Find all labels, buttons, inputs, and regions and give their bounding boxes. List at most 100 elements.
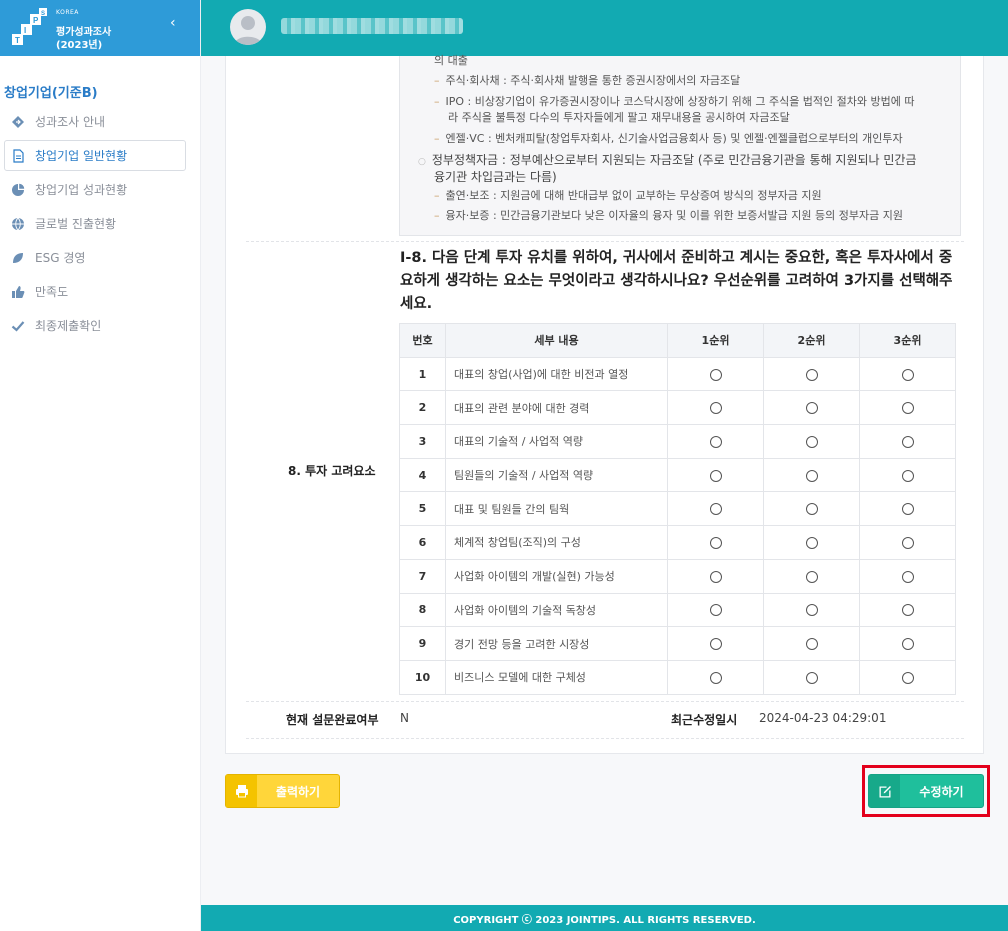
column-header: 번호 [399,323,446,358]
circle-bullet-icon: ○ [418,157,426,167]
rank-1-radio[interactable] [709,604,722,617]
print-button[interactable]: 출력하기 [225,774,340,808]
rank-2-radio[interactable] [805,536,818,549]
rank-1-radio[interactable] [709,435,722,448]
column-header: 세부 내용 [445,323,668,358]
sidebar-menu: 성과조사 안내 창업기업 일반현황 창업기업 성과현황 글로벌 진출현황 ESG… [4,106,186,344]
rank-1-radio[interactable] [709,503,722,516]
brand-header: T I P S KOREA 평가성과조사 (2023년) ‹ [0,0,200,56]
rank-3-radio[interactable] [901,503,914,516]
rank-3-radio[interactable] [901,638,914,651]
rank-3-radio[interactable] [901,368,914,381]
table-row: 2 대표의 관련 분야에 대한 경력 [399,390,956,426]
username-blurred [281,18,463,34]
info-line: ○ 정부정책자금 : 정부예산으로부터 지원되는 자금조달 (주로 민간금융기관을… [418,153,917,167]
rank-1-radio[interactable] [709,469,722,482]
sidebar-item-general-status[interactable]: 창업기업 일반현황 [4,140,186,171]
row-description: 체계적 창업팀(조직)의 구성 [445,525,668,560]
sidebar-item-final-submit[interactable]: 최종제출확인 [4,310,186,341]
table-row: 3 대표의 기술적 / 사업적 역량 [399,424,956,459]
brand-korea: KOREA [56,9,79,16]
sidebar-item-global-status[interactable]: 글로벌 진출현황 [4,208,186,239]
sidebar-item-performance-status[interactable]: 창업기업 성과현황 [4,174,186,205]
rank-2-radio[interactable] [805,469,818,482]
row-description: 비즈니스 모델에 대한 구체성 [445,659,668,695]
rank-3-radio[interactable] [901,435,914,448]
rank-1-radio[interactable] [709,671,722,684]
info-line: – 엔젤·VC : 벤처캐피탈(창업투자회사, 신기술사업금융회사 등) 및 엔젤… [434,132,903,145]
rank-2-radio[interactable] [805,435,818,448]
dash-bullet-icon: – [434,209,440,222]
logo-letter-t: T [15,36,20,45]
rank-2-radio[interactable] [805,638,818,651]
sidebar-item-survey-guide[interactable]: 성과조사 안내 [4,106,186,137]
funding-info-box: 의 대출 – 주식·회사채 : 주식·회사채 발행을 통한 증권시장에서의 자금조… [399,54,961,236]
row-description: 팀원들의 기술적 / 사업적 역량 [445,457,668,493]
question-row-label: 8. 투자 고려요소 [288,464,376,478]
sidebar-item-label: 창업기업 일반현황 [35,149,128,163]
row-number: 2 [399,390,446,426]
rank-2-radio[interactable] [805,671,818,684]
topbar [201,0,1008,56]
rank-2-radio[interactable] [805,570,818,583]
logo-icon: T I P S [12,8,47,45]
survey-panel: 의 대출 – 주식·회사채 : 주식·회사채 발행을 통한 증권시장에서의 자금조… [225,54,984,754]
rank-3-radio[interactable] [901,469,914,482]
info-line: 라 주식을 불특정 다수의 투자자들에게 팔고 재무내용을 공시하여 자금조달 [448,111,790,124]
document-icon [13,148,24,163]
rank-3-radio[interactable] [901,536,914,549]
ranking-table: 번호 세부 내용 1순위 2순위 3순위 1 대표의 창업(사업)에 대한 비전과… [399,323,956,695]
rank-3-radio[interactable] [901,604,914,617]
rank-1-radio[interactable] [709,638,722,651]
rank-2-radio[interactable] [805,402,818,415]
sidebar-item-label: 성과조사 안내 [35,115,106,129]
question-text: I-8. 다음 단계 투자 유치를 위하여, 귀사에서 준비하고 계시는 중요한… [400,250,953,312]
user-icon [234,16,262,45]
column-header: 2순위 [763,323,860,358]
sidebar-item-satisfaction[interactable]: 만족도 [4,276,186,307]
sidebar-item-label: ESG 경영 [35,251,86,265]
table-row: 4 팀원들의 기술적 / 사업적 역량 [399,457,956,493]
thumbs-up-icon [12,285,25,298]
row-number: 3 [399,424,446,459]
logo-letter-s: S [41,11,45,17]
last-modified-label: 최근수정일시 [671,713,738,727]
rank-3-radio[interactable] [901,671,914,684]
edit-button[interactable]: 수정하기 [868,774,984,808]
rank-2-radio[interactable] [805,368,818,381]
rank-2-radio[interactable] [805,503,818,516]
row-description: 사업화 아이템의 기술적 독창성 [445,592,668,628]
last-modified-value: 2024-04-23 04:29:01 [759,711,887,725]
dash-bullet-icon: – [434,95,440,108]
column-header: 3순위 [859,323,956,358]
table-row: 1 대표의 창업(사업)에 대한 비전과 열정 [399,356,956,392]
rank-3-radio[interactable] [901,402,914,415]
rank-1-radio[interactable] [709,536,722,549]
row-description: 대표 및 팀원들 간의 팀웍 [445,491,668,527]
avatar[interactable] [230,9,266,45]
brand-year: (2023년) [56,40,103,51]
divider [246,738,964,739]
sidebar: T I P S KOREA 평가성과조사 (2023년) ‹ 창업기업(기준B)… [0,0,201,931]
row-number: 8 [399,592,446,628]
rank-1-radio[interactable] [709,570,722,583]
row-description: 대표의 기술적 / 사업적 역량 [445,424,668,459]
rank-1-radio[interactable] [709,402,722,415]
logo-letter-i: I [24,26,26,35]
column-header: 1순위 [667,323,764,358]
printer-icon [235,785,248,798]
dash-bullet-icon: – [434,132,440,145]
rank-1-radio[interactable] [709,368,722,381]
row-number: 6 [399,525,446,560]
table-row: 5 대표 및 팀원들 간의 팀웍 [399,491,956,527]
sidebar-item-esg[interactable]: ESG 경영 [4,242,186,273]
edit-button-label: 수정하기 [919,784,964,799]
row-number: 9 [399,626,446,661]
info-line: 의 대출 [434,54,468,67]
chevron-left-icon[interactable]: ‹ [170,15,176,31]
rank-3-radio[interactable] [901,570,914,583]
row-description: 대표의 창업(사업)에 대한 비전과 열정 [445,356,668,392]
row-description: 사업화 아이템의 개발(실현) 가능성 [445,558,668,594]
row-number: 10 [399,659,446,695]
rank-2-radio[interactable] [805,604,818,617]
